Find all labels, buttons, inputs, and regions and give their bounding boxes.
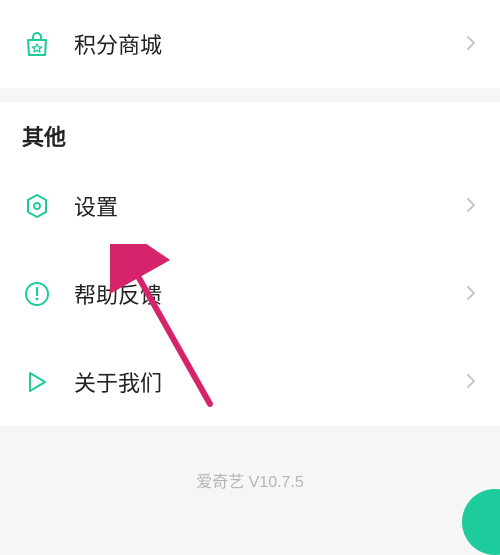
points-mall-item[interactable]: 积分商城 [0,0,500,88]
chevron-right-icon [466,197,478,215]
points-mall-label: 积分商城 [74,28,466,60]
about-us-item[interactable]: 关于我们 [0,338,500,426]
help-feedback-label: 帮助反馈 [74,278,466,310]
version-text: 爱奇艺 V10.7.5 [0,426,500,492]
points-mall-icon [22,29,52,59]
about-us-label: 关于我们 [74,366,466,398]
about-us-icon [22,367,52,397]
other-section-header: 其他 [0,102,500,162]
chevron-right-icon [466,285,478,303]
chevron-right-icon [466,373,478,391]
section-divider [0,88,500,102]
help-feedback-icon [22,279,52,309]
chevron-right-icon [466,35,478,53]
settings-label: 设置 [74,190,466,222]
help-feedback-item[interactable]: 帮助反馈 [0,250,500,338]
settings-icon [22,191,52,221]
settings-item[interactable]: 设置 [0,162,500,250]
other-section: 其他 设置 帮助反馈 [0,102,500,426]
top-section: 积分商城 [0,0,500,88]
fab-button[interactable] [462,489,500,555]
